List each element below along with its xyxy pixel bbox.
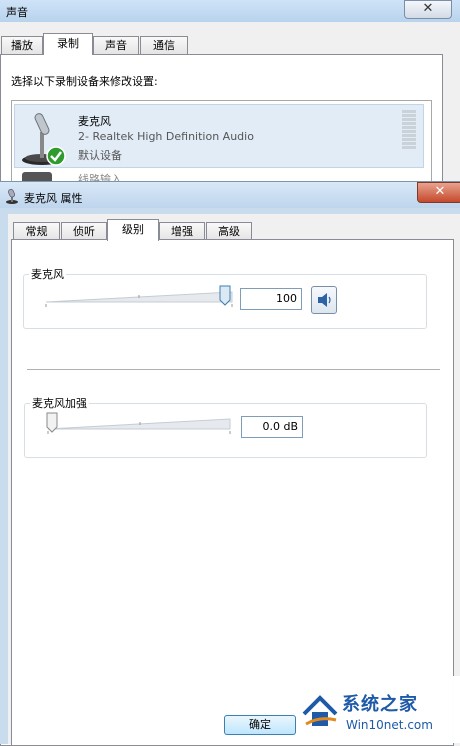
sound-dialog-titlebar[interactable]: 声音 ✕	[0, 0, 460, 22]
house-logo-icon	[302, 695, 338, 726]
device-level-meter	[402, 110, 416, 150]
checkmark-icon	[46, 146, 66, 166]
tab-levels[interactable]: 级别	[107, 219, 159, 241]
microphone-boost-slider[interactable]	[44, 411, 234, 437]
microphone-level-value[interactable]: 100	[240, 288, 302, 310]
mute-button[interactable]	[311, 286, 337, 314]
device2-name: 线路输入	[78, 173, 122, 181]
microphone-level-label: 麦克风	[29, 266, 66, 282]
microphone-small-icon	[6, 189, 18, 204]
sound-dialog-title: 声音	[6, 6, 28, 19]
microphone-boost-value[interactable]: 0.0 dB	[241, 416, 303, 438]
watermark-brand: 系统之家	[342, 694, 418, 715]
tab-sounds[interactable]: 声音	[93, 36, 139, 55]
close-icon: ✕	[434, 184, 446, 199]
tab-playback[interactable]: 播放	[1, 36, 43, 55]
device-name: 麦克风	[78, 115, 111, 128]
properties-titlebar[interactable]: 麦克风 属性 ✕	[0, 182, 460, 208]
boost-slider-thumb[interactable]	[46, 412, 58, 433]
ok-button[interactable]: 确定	[224, 715, 296, 735]
properties-close-button[interactable]: ✕	[417, 182, 460, 203]
microphone-level-slider[interactable]	[42, 284, 236, 310]
speaker-icon	[318, 293, 331, 307]
device-status: 默认设备	[78, 149, 122, 162]
tab-communications[interactable]: 通信	[140, 36, 188, 55]
recording-instruction: 选择以下录制设备来修改设置:	[11, 75, 158, 88]
watermark-site: Win10net.com	[346, 718, 433, 732]
microphone-properties-dialog: 麦克风 属性 ✕ 常规 侦听 级别 增强 高级 麦克风 100 麦克风加强 0.…	[0, 181, 460, 746]
section-divider	[27, 369, 440, 370]
microphone-boost-label: 麦克风加强	[30, 395, 89, 411]
tab-recording[interactable]: 录制	[43, 33, 93, 55]
microphone-slider-thumb[interactable]	[219, 285, 231, 306]
properties-title: 麦克风 属性	[24, 192, 83, 205]
sound-close-button[interactable]: ✕	[404, 0, 452, 19]
close-icon: ✕	[422, 1, 434, 16]
device-description: 2- Realtek High Definition Audio	[78, 130, 254, 143]
